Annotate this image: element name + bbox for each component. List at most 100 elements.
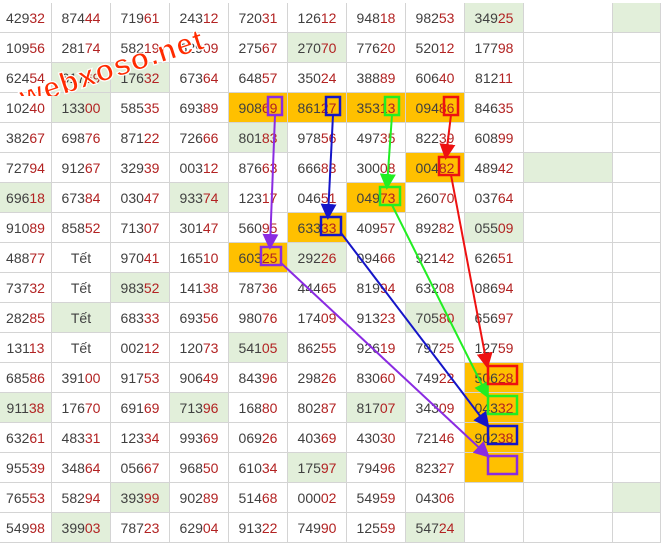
result-cell: 94818	[347, 3, 406, 33]
result-cell	[613, 153, 661, 183]
result-cell: 61769	[52, 63, 111, 93]
result-cell: 34309	[406, 393, 465, 423]
result-cell: 70580	[406, 303, 465, 333]
result-cell: Tết	[52, 243, 111, 273]
result-cell: 03047	[111, 183, 170, 213]
result-cell	[524, 453, 613, 483]
result-cell	[524, 63, 613, 93]
result-cell: Tết	[52, 333, 111, 363]
result-cell: 29826	[288, 363, 347, 393]
result-cell	[613, 363, 661, 393]
result-cell: 69876	[52, 123, 111, 153]
result-cell: 54998	[0, 513, 52, 543]
result-cell	[524, 123, 613, 153]
result-cell: 66683	[288, 153, 347, 183]
result-cell: 30008	[347, 153, 406, 183]
result-cell: Tết	[52, 273, 111, 303]
result-cell	[524, 303, 613, 333]
result-cell: 72666	[170, 123, 229, 153]
result-cell: 16510	[170, 243, 229, 273]
result-cell: 81211	[465, 63, 524, 93]
result-cell: 39399	[111, 483, 170, 513]
result-cell	[613, 513, 661, 543]
result-cell: 17798	[465, 33, 524, 63]
result-cell	[524, 423, 613, 453]
result-cell: 79496	[347, 453, 406, 483]
result-cell: 00212	[111, 333, 170, 363]
result-cell: 69389	[170, 93, 229, 123]
result-cell: 82239	[406, 123, 465, 153]
result-cell: 58219	[111, 33, 170, 63]
result-cell: 10240	[0, 93, 52, 123]
result-cell	[613, 333, 661, 363]
result-cell: 72146	[406, 423, 465, 453]
result-cell: 76553	[0, 483, 52, 513]
result-cell: 04332	[465, 393, 524, 423]
result-cell: 05667	[111, 453, 170, 483]
result-cell	[465, 483, 524, 513]
result-cell: 58294	[52, 483, 111, 513]
result-cell: 84635	[465, 93, 524, 123]
result-cell: 12334	[111, 423, 170, 453]
result-cell: 91322	[229, 513, 288, 543]
result-cell: 69169	[111, 393, 170, 423]
result-cell	[524, 93, 613, 123]
result-cell: 74990	[288, 513, 347, 543]
result-cell: 72031	[229, 3, 288, 33]
result-cell: 81707	[347, 393, 406, 423]
result-cell: 24312	[170, 3, 229, 33]
result-cell: 87663	[229, 153, 288, 183]
result-cell: 73732	[0, 273, 52, 303]
result-cell: 63261	[0, 423, 52, 453]
result-cell: 52012	[406, 33, 465, 63]
result-cell: 82327	[406, 453, 465, 483]
result-cell: 67384	[52, 183, 111, 213]
result-cell: 08694	[465, 273, 524, 303]
result-cell: 60899	[465, 123, 524, 153]
result-cell: 48942	[465, 153, 524, 183]
result-cell: 12073	[170, 333, 229, 363]
result-cell	[613, 63, 661, 93]
result-cell: 95539	[0, 453, 52, 483]
result-cell: 98352	[111, 273, 170, 303]
result-cell: 38889	[347, 63, 406, 93]
result-cell: 91323	[347, 303, 406, 333]
result-cell: 50628	[465, 363, 524, 393]
result-cell	[613, 453, 661, 483]
result-cell: 91267	[52, 153, 111, 183]
result-cell	[613, 273, 661, 303]
result-cell	[613, 123, 661, 153]
result-cell	[613, 183, 661, 213]
result-cell: 54105	[229, 333, 288, 363]
result-cell	[524, 333, 613, 363]
result-cell: 12612	[288, 3, 347, 33]
result-cell: 04306	[406, 483, 465, 513]
result-cell	[524, 183, 613, 213]
result-cell	[465, 513, 524, 543]
result-cell: 86127	[288, 93, 347, 123]
result-cell: 98253	[406, 3, 465, 33]
result-cell: 03764	[465, 183, 524, 213]
result-cell: 87444	[52, 3, 111, 33]
result-cell: 78723	[111, 513, 170, 543]
result-cell: 85852	[52, 213, 111, 243]
result-cell: 80287	[288, 393, 347, 423]
result-cell: 34925	[465, 3, 524, 33]
result-cell: 44465	[288, 273, 347, 303]
result-cell: 78736	[229, 273, 288, 303]
result-cell: 63208	[406, 273, 465, 303]
result-cell: 61034	[229, 453, 288, 483]
result-cell: 28285	[0, 303, 52, 333]
result-cell: 40957	[347, 213, 406, 243]
result-cell: 00482	[406, 153, 465, 183]
result-cell: 13113	[0, 333, 52, 363]
result-cell: 28174	[52, 33, 111, 63]
result-cell: 48331	[52, 423, 111, 453]
result-cell	[613, 303, 661, 333]
result-cell	[524, 273, 613, 303]
result-cell: 81994	[347, 273, 406, 303]
result-cell: 34864	[52, 453, 111, 483]
result-cell: 98076	[229, 303, 288, 333]
result-cell: 32939	[111, 153, 170, 183]
result-cell	[524, 513, 613, 543]
